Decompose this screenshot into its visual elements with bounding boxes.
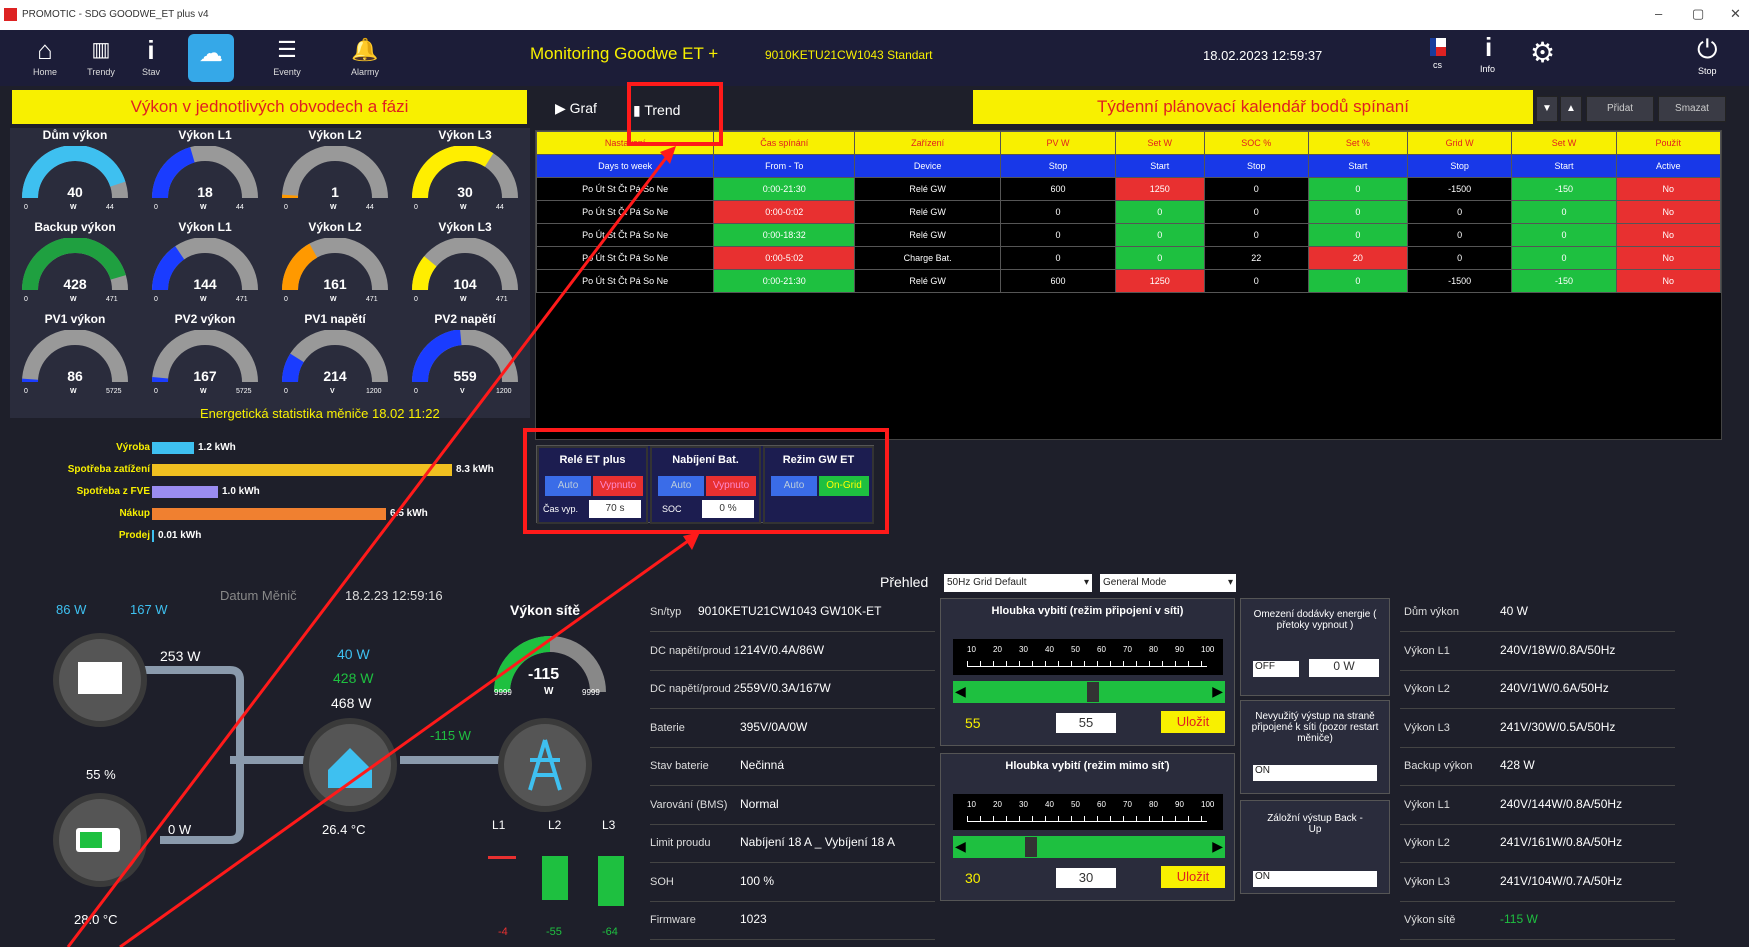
- annotation-arrows: [66, 146, 700, 947]
